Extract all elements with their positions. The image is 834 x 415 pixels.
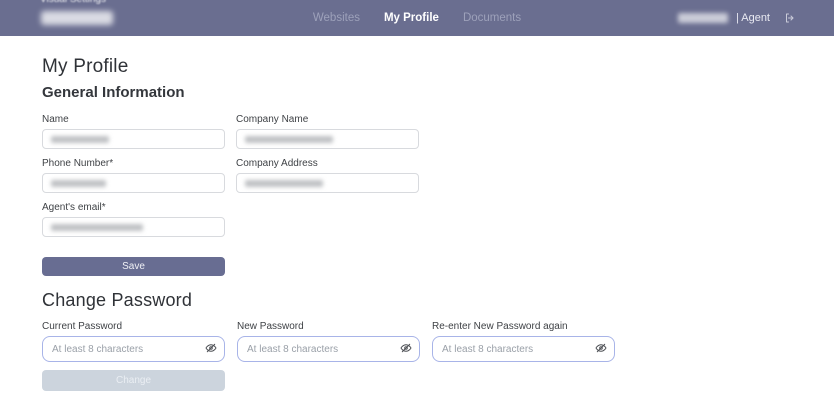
field-new-password: New Password — [237, 321, 420, 362]
field-reenter-password: Re-enter New Password again — [432, 321, 615, 362]
current-password-label: Current Password — [42, 321, 123, 332]
current-password-input-wrap — [42, 336, 225, 362]
field-company-name: Company Name — [236, 114, 419, 149]
page-title: My Profile — [42, 56, 129, 77]
change-button[interactable]: Change — [42, 370, 225, 391]
redacted-value — [245, 135, 333, 143]
new-password-input[interactable] — [247, 343, 396, 355]
phone-number-input[interactable] — [42, 173, 225, 193]
eye-off-icon — [400, 342, 412, 357]
redacted-value — [51, 135, 109, 143]
nav-item-documents[interactable]: Documents — [463, 12, 521, 24]
redacted-value — [51, 223, 143, 231]
new-password-label: New Password — [237, 321, 304, 332]
redacted-value — [51, 179, 106, 187]
agent-email-label: Agent's email* — [42, 202, 106, 213]
logout-icon — [784, 12, 796, 24]
save-button[interactable]: Save — [42, 257, 225, 276]
nav-item-my-profile[interactable]: My Profile — [384, 12, 439, 24]
company-address-label: Company Address — [236, 158, 318, 169]
current-password-input[interactable] — [52, 343, 201, 355]
general-information-heading: General Information — [42, 84, 185, 101]
reenter-password-label: Re-enter New Password again — [432, 321, 568, 332]
agent-email-input[interactable] — [42, 217, 225, 237]
reenter-password-input-wrap — [432, 336, 615, 362]
role-label: | Agent — [735, 12, 770, 24]
reenter-password-input[interactable] — [442, 343, 591, 355]
change-password-heading: Change Password — [42, 290, 193, 310]
new-password-input-wrap — [237, 336, 420, 362]
logout-button[interactable] — [784, 12, 796, 24]
redacted-value — [245, 179, 323, 187]
general-information-form: Name Company Name Phone Number* Company … — [42, 114, 419, 246]
phone-number-label: Phone Number* — [42, 158, 114, 169]
field-company-address: Company Address — [236, 158, 419, 193]
field-current-password: Current Password — [42, 321, 225, 362]
profile-page: My Profile General Information Name Comp… — [0, 36, 834, 391]
company-name-input[interactable] — [236, 129, 419, 149]
name-input[interactable] — [42, 129, 225, 149]
company-address-input[interactable] — [236, 173, 419, 193]
field-agent-email: Agent's email* — [42, 202, 225, 237]
company-name-label: Company Name — [236, 114, 309, 125]
top-navbar: Visual Settings Websites My Profile Docu… — [0, 0, 834, 36]
toggle-current-password-visibility[interactable] — [205, 342, 217, 357]
navbar-account-area: | Agent — [677, 0, 796, 36]
toggle-new-password-visibility[interactable] — [400, 342, 412, 357]
username-redacted — [677, 13, 728, 23]
field-phone-number: Phone Number* — [42, 158, 225, 193]
change-password-form: Current Password New Password Re-enter N… — [42, 321, 834, 362]
field-name: Name — [42, 114, 225, 149]
eye-off-icon — [595, 342, 607, 357]
name-label: Name — [42, 114, 69, 125]
toggle-reenter-password-visibility[interactable] — [595, 342, 607, 357]
nav-item-websites[interactable]: Websites — [313, 12, 360, 24]
eye-off-icon — [205, 342, 217, 357]
